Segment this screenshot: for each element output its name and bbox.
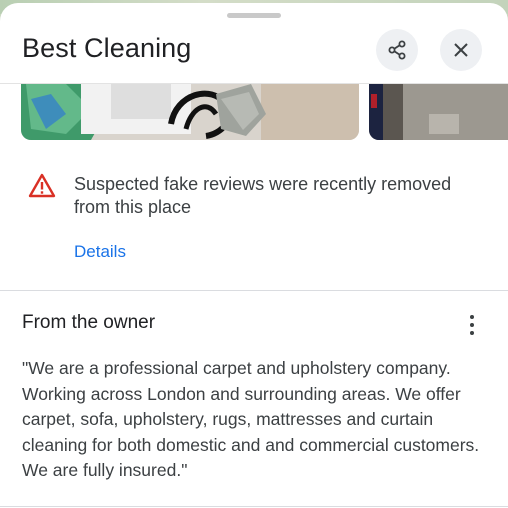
close-icon — [454, 43, 468, 57]
photo-carousel[interactable] — [0, 84, 508, 140]
place-bottom-sheet: Best Cleaning Suspected fake reviews wer… — [0, 3, 508, 508]
bottom-divider — [0, 506, 508, 507]
warning-triangle-icon — [28, 173, 56, 198]
section-divider — [0, 290, 508, 291]
place-header: Best Cleaning — [0, 23, 508, 81]
close-button[interactable] — [440, 29, 482, 71]
warning-message: Suspected fake reviews were recently rem… — [74, 174, 452, 217]
photo-image-2 — [369, 84, 508, 140]
share-button[interactable] — [376, 29, 418, 71]
details-link[interactable]: Details — [74, 242, 126, 262]
more-vert-icon[interactable] — [462, 310, 482, 340]
fake-review-warning: Suspected fake reviews were recently rem… — [0, 163, 508, 283]
drag-handle[interactable] — [227, 13, 281, 18]
place-title: Best Cleaning — [22, 33, 192, 63]
photo-image — [21, 84, 359, 140]
place-photo[interactable] — [21, 84, 359, 140]
owner-section-title: From the owner — [22, 312, 156, 333]
owner-description: "We are a professional carpet and uphols… — [22, 358, 480, 480]
place-photo-2[interactable] — [369, 84, 508, 140]
share-icon — [388, 40, 406, 60]
